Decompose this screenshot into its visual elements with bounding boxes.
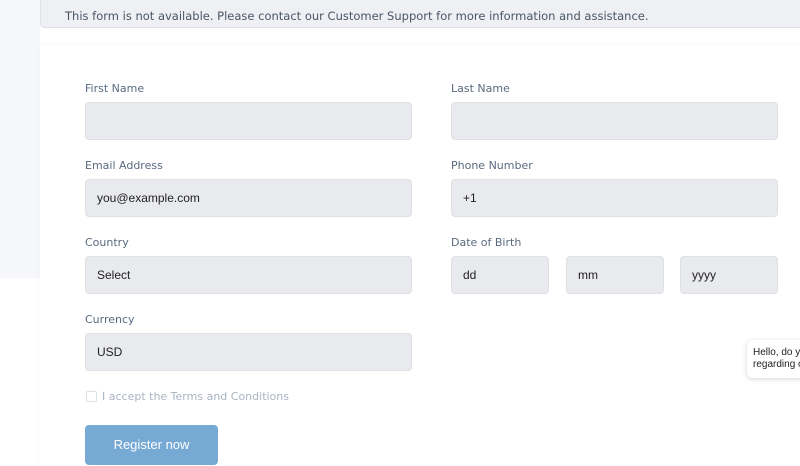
phone-label: Phone Number <box>451 159 533 172</box>
left-background-panel <box>0 0 40 278</box>
terms-checkbox[interactable] <box>86 391 97 402</box>
phone-input[interactable] <box>451 179 778 217</box>
dob-day-input[interactable] <box>451 256 549 294</box>
chat-message-bubble[interactable]: Hello, do y regarding o <box>747 340 800 378</box>
country-label: Country <box>85 236 129 249</box>
currency-label: Currency <box>85 313 135 326</box>
terms-label[interactable]: I accept the Terms and Conditions <box>102 390 289 404</box>
email-input[interactable] <box>85 179 412 217</box>
register-button[interactable]: Register now <box>85 425 218 465</box>
form-unavailable-notice: This form is not available. Please conta… <box>40 0 800 28</box>
country-select[interactable]: Select <box>85 256 412 294</box>
first-name-input[interactable] <box>85 102 412 140</box>
chat-line-2: regarding o <box>753 359 800 370</box>
chat-line-1: Hello, do y <box>753 347 800 358</box>
dob-year-input[interactable] <box>680 256 778 294</box>
dob-month-input[interactable] <box>566 256 664 294</box>
email-label: Email Address <box>85 159 163 172</box>
dob-label: Date of Birth <box>451 236 522 249</box>
notice-text: This form is not available. Please conta… <box>65 9 649 23</box>
last-name-label: Last Name <box>451 82 510 95</box>
last-name-input[interactable] <box>451 102 778 140</box>
first-name-label: First Name <box>85 82 145 95</box>
currency-select[interactable]: USD <box>85 333 412 371</box>
